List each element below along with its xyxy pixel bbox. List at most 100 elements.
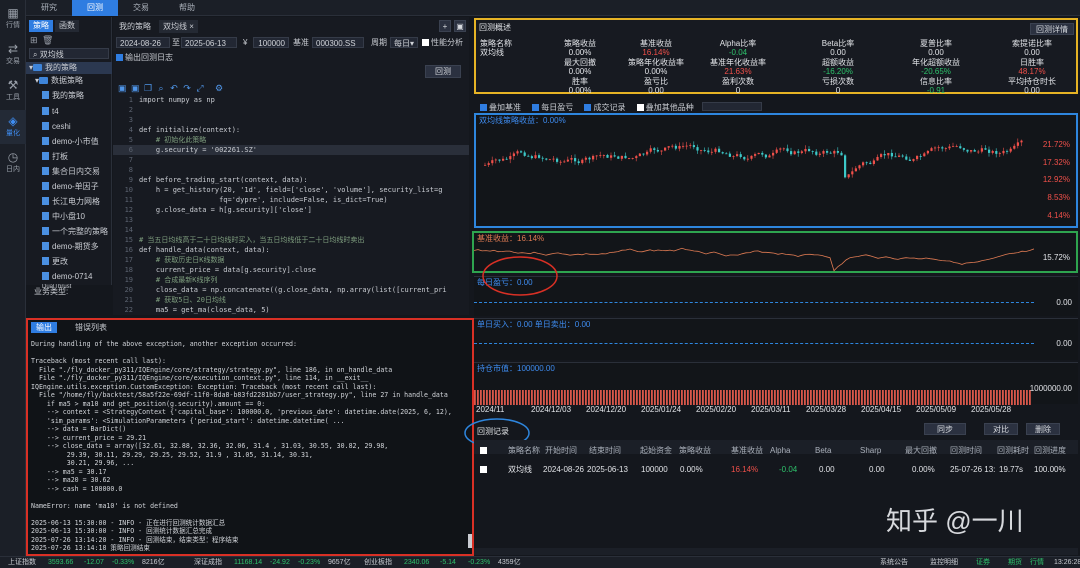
search-icon[interactable]: ⌕ xyxy=(157,84,165,93)
position-bar xyxy=(885,390,887,405)
tree-item[interactable]: demo-0714 xyxy=(26,271,112,283)
tree-item[interactable]: demo-小市值 xyxy=(26,136,112,148)
close-icon[interactable]: × xyxy=(189,22,194,31)
trade-record-checkbox[interactable]: 成交记录 xyxy=(584,103,625,112)
end-date-input[interactable]: 2025-06-13 xyxy=(181,37,237,48)
position-bar xyxy=(714,390,716,405)
tree-item[interactable]: 集合日内交易 xyxy=(26,166,112,178)
new-tab-button[interactable]: + xyxy=(439,20,451,32)
rail-quant[interactable]: ◈ 量化 xyxy=(0,110,26,144)
index-value: 11168.14 xyxy=(234,559,263,566)
run-backtest-button[interactable]: 回测 xyxy=(425,65,461,78)
table-cell: 25-07-26 13: xyxy=(950,465,996,474)
position-bar xyxy=(966,390,968,405)
start-date-input[interactable]: 2024-08-26 xyxy=(116,37,170,48)
rail-trade[interactable]: ⇄ 交易 xyxy=(0,38,26,72)
tree-item[interactable]: 中小盘10 xyxy=(26,211,112,223)
delete-button[interactable]: 删除 xyxy=(1026,423,1060,435)
save-as-icon[interactable]: ▣ xyxy=(131,84,140,93)
capital-input[interactable]: 100000 xyxy=(253,37,289,48)
undo-icon[interactable]: ↶ xyxy=(170,84,178,93)
horizontal-scrollbar[interactable] xyxy=(474,548,1078,555)
delete-icon[interactable]: 🗑 xyxy=(42,35,53,46)
top-tabs: 研究 回测 交易 帮助 xyxy=(26,0,1080,16)
status-item[interactable]: 系统公告 xyxy=(880,557,908,568)
tree-item[interactable]: demo-期货多 xyxy=(26,241,112,253)
tab-dual-ma[interactable]: 双均线 × xyxy=(159,20,198,33)
position-bar xyxy=(477,390,479,405)
redo-icon[interactable]: ↷ xyxy=(183,84,191,93)
overlay-other-checkbox[interactable]: 叠加其他品种 xyxy=(636,103,694,112)
summary-value: -20.65% xyxy=(921,67,951,76)
perf-analysis-checkbox[interactable]: 性能分析 xyxy=(422,37,463,48)
status-item[interactable]: 行情 xyxy=(1030,557,1044,568)
expand-icon[interactable]: ⤢ xyxy=(196,84,204,93)
gear-icon[interactable]: ⚙ xyxy=(215,84,223,93)
add-icon[interactable]: ⊞ xyxy=(30,35,38,46)
position-bar xyxy=(804,390,806,405)
symbol-search-input[interactable] xyxy=(701,102,762,111)
value-label: 0.00 xyxy=(1056,339,1072,348)
tree-item[interactable]: 打板 xyxy=(26,151,112,163)
candle-body xyxy=(883,154,886,156)
save-icon[interactable]: ▣ xyxy=(118,84,127,93)
benchmark-input[interactable]: 000300.SS xyxy=(312,37,364,48)
layout-button[interactable]: ▣ xyxy=(454,20,466,32)
yen-label: ¥ xyxy=(243,38,248,47)
candle-body xyxy=(534,155,537,159)
tab-trade[interactable]: 交易 xyxy=(118,0,164,16)
summary-value: 0.00% xyxy=(568,48,592,57)
code-line: 5 # 初始化此策略 xyxy=(113,135,469,145)
position-bar xyxy=(1008,390,1010,405)
tree-search-input[interactable]: ⌕ 双均线 xyxy=(29,48,109,59)
tree-item[interactable]: demo-单因子 xyxy=(26,181,112,193)
tab-error-list[interactable]: 错误列表 xyxy=(70,322,112,333)
sync-button[interactable]: 同步 xyxy=(924,423,966,435)
rail-intraday[interactable]: ◷ 日内 xyxy=(0,146,26,180)
backtest-detail-button[interactable]: 回测详情 xyxy=(1030,23,1074,35)
output-line: 29.39, 30.11, 29.29, 29.25, 29.52, 31.9 … xyxy=(31,450,313,459)
row-checkbox[interactable] xyxy=(480,466,487,473)
tab-strategy[interactable]: 策略 xyxy=(29,20,53,32)
tree-folder-data[interactable]: ▾ 数据策略 xyxy=(26,75,112,87)
tree-item[interactable]: 长江电力网格 xyxy=(26,196,112,208)
position-bar xyxy=(672,390,674,405)
tree-folder-mine[interactable]: ▾ 我的策略 xyxy=(26,62,112,74)
tree-item[interactable]: 我的策略 xyxy=(26,90,112,102)
candle-body xyxy=(660,150,663,152)
tab-my-strategy[interactable]: 我的策略 xyxy=(115,20,155,33)
overlay-benchmark-checkbox[interactable]: 叠加基准 xyxy=(480,103,521,112)
tab-help[interactable]: 帮助 xyxy=(164,0,210,16)
compare-button[interactable]: 对比 xyxy=(984,423,1018,435)
period-select[interactable]: 每日▾ xyxy=(390,37,418,48)
daily-pnl-checkbox[interactable]: 每日盈亏 xyxy=(532,103,573,112)
candle-body xyxy=(977,151,980,153)
status-item[interactable]: 13:26:28 xyxy=(1054,557,1080,568)
scrollbar[interactable] xyxy=(468,534,472,548)
file-icon xyxy=(42,227,49,235)
select-all-checkbox[interactable] xyxy=(480,447,487,454)
tree-item[interactable]: ceshi xyxy=(26,121,112,133)
status-item[interactable]: 监控明细 xyxy=(930,557,958,568)
copy-icon[interactable]: ❐ xyxy=(144,84,152,93)
output-line: 2025-07-26 13:14:20 - INFO - 回测结束，结束类型：程… xyxy=(31,535,239,544)
line-number: 13 xyxy=(124,216,133,224)
status-item[interactable]: 期货 xyxy=(1008,557,1022,568)
rail-market[interactable]: ▦ 行情 xyxy=(0,2,26,36)
candle-body xyxy=(617,156,620,159)
rail-tools[interactable]: ⚒ 工具 xyxy=(0,74,26,108)
tree-item[interactable]: 更改 xyxy=(26,256,112,268)
tab-backtest[interactable]: 回测 xyxy=(72,0,118,16)
tab-output[interactable]: 输出 xyxy=(31,322,57,333)
tree-item[interactable]: 一个完整的策略 xyxy=(26,226,112,238)
tree-item[interactable]: t4 xyxy=(26,106,112,118)
position-bar xyxy=(489,390,491,405)
tab-research[interactable]: 研究 xyxy=(26,0,72,16)
output-log-checkbox[interactable]: 输出回测日志 xyxy=(116,52,173,63)
code-line: 11 fq='dypre', include=False, is_dict=Tr… xyxy=(113,195,469,205)
code-area[interactable]: 1 import numpy as np 2 3 4 def initialize(con… xyxy=(113,95,469,315)
file-icon xyxy=(42,152,49,160)
position-bar xyxy=(747,390,749,405)
status-item[interactable]: 证券 xyxy=(976,557,990,568)
tab-functions[interactable]: 函数 xyxy=(55,20,79,32)
